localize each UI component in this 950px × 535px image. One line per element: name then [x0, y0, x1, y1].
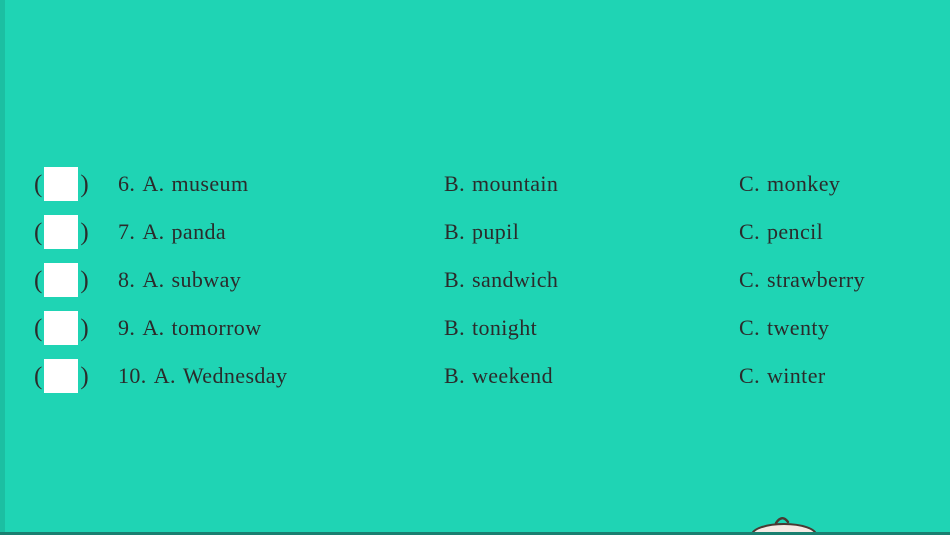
option-label-b: B.	[444, 171, 465, 196]
option-b[interactable]: B. sandwich	[444, 256, 558, 304]
bracket-close: )	[80, 314, 89, 342]
option-label-c: C.	[739, 363, 760, 388]
question-list: ( ) 6. A. museum B. mountain C. monkey (	[0, 160, 950, 400]
option-b[interactable]: B. pupil	[444, 208, 519, 256]
answer-blank-box[interactable]	[44, 167, 79, 201]
option-word-a: tomorrow	[171, 315, 262, 340]
option-word-c: pencil	[766, 219, 824, 244]
answer-group[interactable]: ( )	[34, 352, 89, 400]
option-label-c: C.	[739, 267, 760, 292]
option-label-b: B.	[444, 363, 465, 388]
answer-blank-box[interactable]	[44, 311, 79, 345]
option-b[interactable]: B. tonight	[444, 304, 537, 352]
option-word-c: winter	[766, 363, 826, 388]
option-word-b: weekend	[471, 363, 553, 388]
question-number: 6.	[118, 171, 136, 196]
option-label-a: A.	[142, 171, 165, 196]
option-word-a: subway	[171, 267, 242, 292]
answer-group[interactable]: ( )	[34, 160, 89, 208]
question-row: ( ) 6. A. museum B. mountain C. monkey	[0, 160, 950, 208]
answer-group[interactable]: ( )	[34, 256, 89, 304]
option-word-c: twenty	[766, 315, 830, 340]
option-label-a: A.	[142, 219, 165, 244]
option-a[interactable]: 8. A. subway	[118, 256, 241, 304]
bracket-close: )	[80, 170, 89, 198]
option-a[interactable]: 7. A. panda	[118, 208, 226, 256]
bracket-close: )	[80, 266, 89, 294]
option-label-c: C.	[739, 171, 760, 196]
option-c[interactable]: C. winter	[739, 352, 826, 400]
option-label-c: C.	[739, 219, 760, 244]
option-word-b: tonight	[471, 315, 538, 340]
option-c[interactable]: C. strawberry	[739, 256, 865, 304]
option-c[interactable]: C. monkey	[739, 160, 840, 208]
option-b[interactable]: B. weekend	[444, 352, 553, 400]
option-label-a: A.	[153, 363, 176, 388]
question-number: 10.	[118, 363, 147, 388]
bracket-close: )	[80, 218, 89, 246]
option-word-c: monkey	[766, 171, 841, 196]
worksheet-slide: ( ) 6. A. museum B. mountain C. monkey (	[0, 0, 950, 535]
answer-blank-box[interactable]	[44, 263, 79, 297]
answer-blank-box[interactable]	[44, 215, 79, 249]
bracket-open: (	[34, 362, 43, 390]
option-c[interactable]: C. twenty	[739, 304, 829, 352]
option-word-b: mountain	[471, 171, 559, 196]
option-label-c: C.	[739, 315, 760, 340]
option-c[interactable]: C. pencil	[739, 208, 823, 256]
question-row: ( ) 8. A. subway B. sandwich C. strawber…	[0, 256, 950, 304]
option-a[interactable]: 6. A. museum	[118, 160, 248, 208]
bracket-open: (	[34, 170, 43, 198]
bracket-open: (	[34, 314, 43, 342]
option-word-c: strawberry	[766, 267, 866, 292]
question-row: ( ) 10. A. Wednesday B. weekend C. winte…	[0, 352, 950, 400]
question-row: ( ) 9. A. tomorrow B. tonight C. twenty	[0, 304, 950, 352]
bracket-open: (	[34, 218, 43, 246]
option-b[interactable]: B. mountain	[444, 160, 558, 208]
question-number: 8.	[118, 267, 136, 292]
bracket-open: (	[34, 266, 43, 294]
question-row: ( ) 7. A. panda B. pupil C. pencil	[0, 208, 950, 256]
bracket-close: )	[80, 362, 89, 390]
option-label-b: B.	[444, 219, 465, 244]
option-word-a: Wednesday	[182, 363, 288, 388]
answer-group[interactable]: ( )	[34, 304, 89, 352]
question-number: 7.	[118, 219, 136, 244]
answer-blank-box[interactable]	[44, 359, 79, 393]
option-word-a: museum	[171, 171, 249, 196]
option-word-b: pupil	[471, 219, 520, 244]
option-label-b: B.	[444, 315, 465, 340]
option-a[interactable]: 10. A. Wednesday	[118, 352, 287, 400]
option-word-a: panda	[171, 219, 227, 244]
option-label-a: A.	[142, 267, 165, 292]
option-label-b: B.	[444, 267, 465, 292]
option-word-b: sandwich	[471, 267, 559, 292]
answer-group[interactable]: ( )	[34, 208, 89, 256]
option-a[interactable]: 9. A. tomorrow	[118, 304, 261, 352]
question-number: 9.	[118, 315, 136, 340]
option-label-a: A.	[142, 315, 165, 340]
